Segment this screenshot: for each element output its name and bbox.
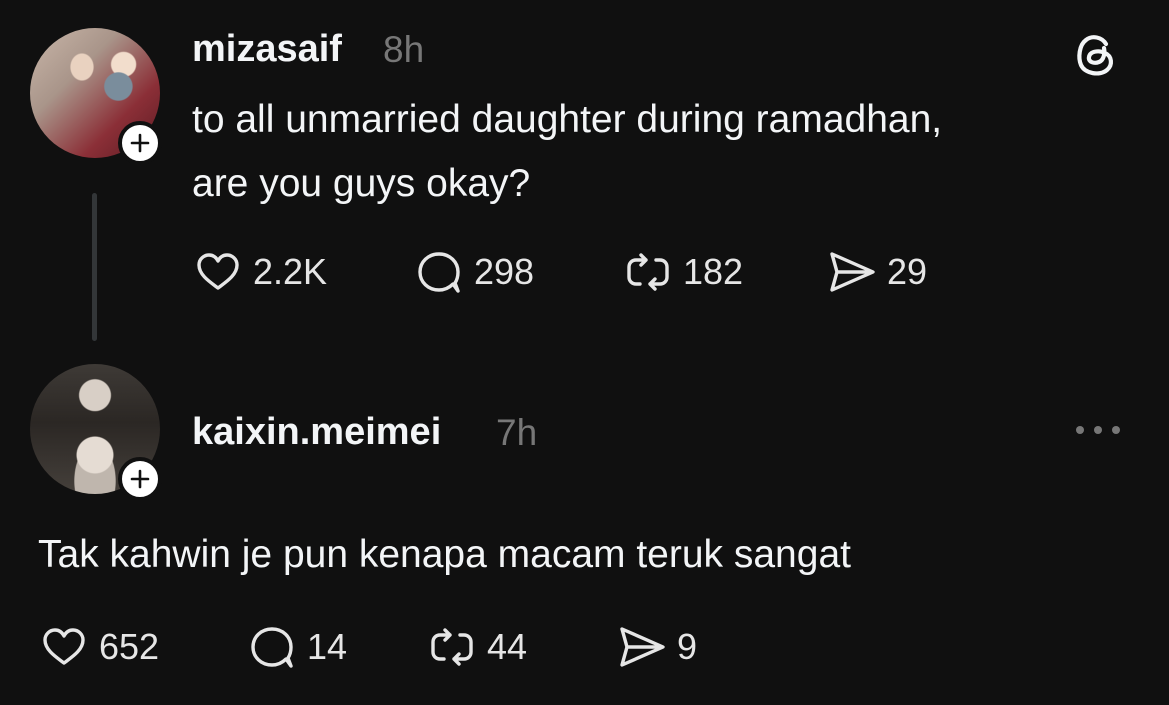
post-text-line-1: to all unmarried daughter during ramadha…: [192, 98, 943, 141]
reply-timestamp: 7h: [496, 412, 538, 453]
comment-icon: [251, 627, 293, 668]
reply-count: 298: [474, 251, 535, 292]
like-button[interactable]: 2.2K: [192, 247, 327, 297]
reply-like-button[interactable]: 652: [38, 622, 159, 672]
post-timestamp: 8h: [383, 29, 425, 70]
plus-icon: [130, 133, 150, 153]
plus-icon: [130, 469, 150, 489]
like-count: 2.2K: [253, 251, 328, 292]
reply-repost-count: 44: [487, 626, 528, 667]
reply-reply-count: 14: [307, 626, 348, 667]
thread-connector-line: [92, 193, 97, 341]
post-text-line-2: are you guys okay?: [192, 162, 531, 205]
repost-button[interactable]: 182: [622, 247, 743, 297]
threads-logo-icon[interactable]: [1070, 28, 1122, 80]
repost-icon: [431, 628, 473, 666]
post-username[interactable]: mizasaif: [192, 28, 342, 71]
repost-count: 182: [683, 251, 744, 292]
reply-like-count: 652: [99, 626, 160, 667]
reply-button[interactable]: 298: [413, 247, 534, 297]
share-count: 29: [887, 251, 928, 292]
reply-repost-button[interactable]: 44: [426, 622, 527, 672]
send-icon: [830, 252, 875, 292]
reply-text: Tak kahwin je pun kenapa macam teruk san…: [38, 533, 851, 576]
reply-username[interactable]: kaixin.meimei: [192, 411, 441, 454]
heart-icon: [43, 628, 85, 665]
share-button[interactable]: 29: [826, 247, 927, 297]
reply-share-count: 9: [677, 626, 698, 667]
heart-icon: [197, 253, 239, 290]
follow-button-mizasaif[interactable]: [118, 121, 162, 165]
comment-icon: [418, 252, 460, 293]
send-icon: [620, 627, 665, 667]
more-icon[interactable]: [1072, 420, 1124, 440]
reply-share-button[interactable]: 9: [616, 622, 697, 672]
follow-button-kaixin-meimei[interactable]: [118, 457, 162, 501]
reply-reply-button[interactable]: 14: [246, 622, 347, 672]
repost-icon: [627, 253, 669, 291]
